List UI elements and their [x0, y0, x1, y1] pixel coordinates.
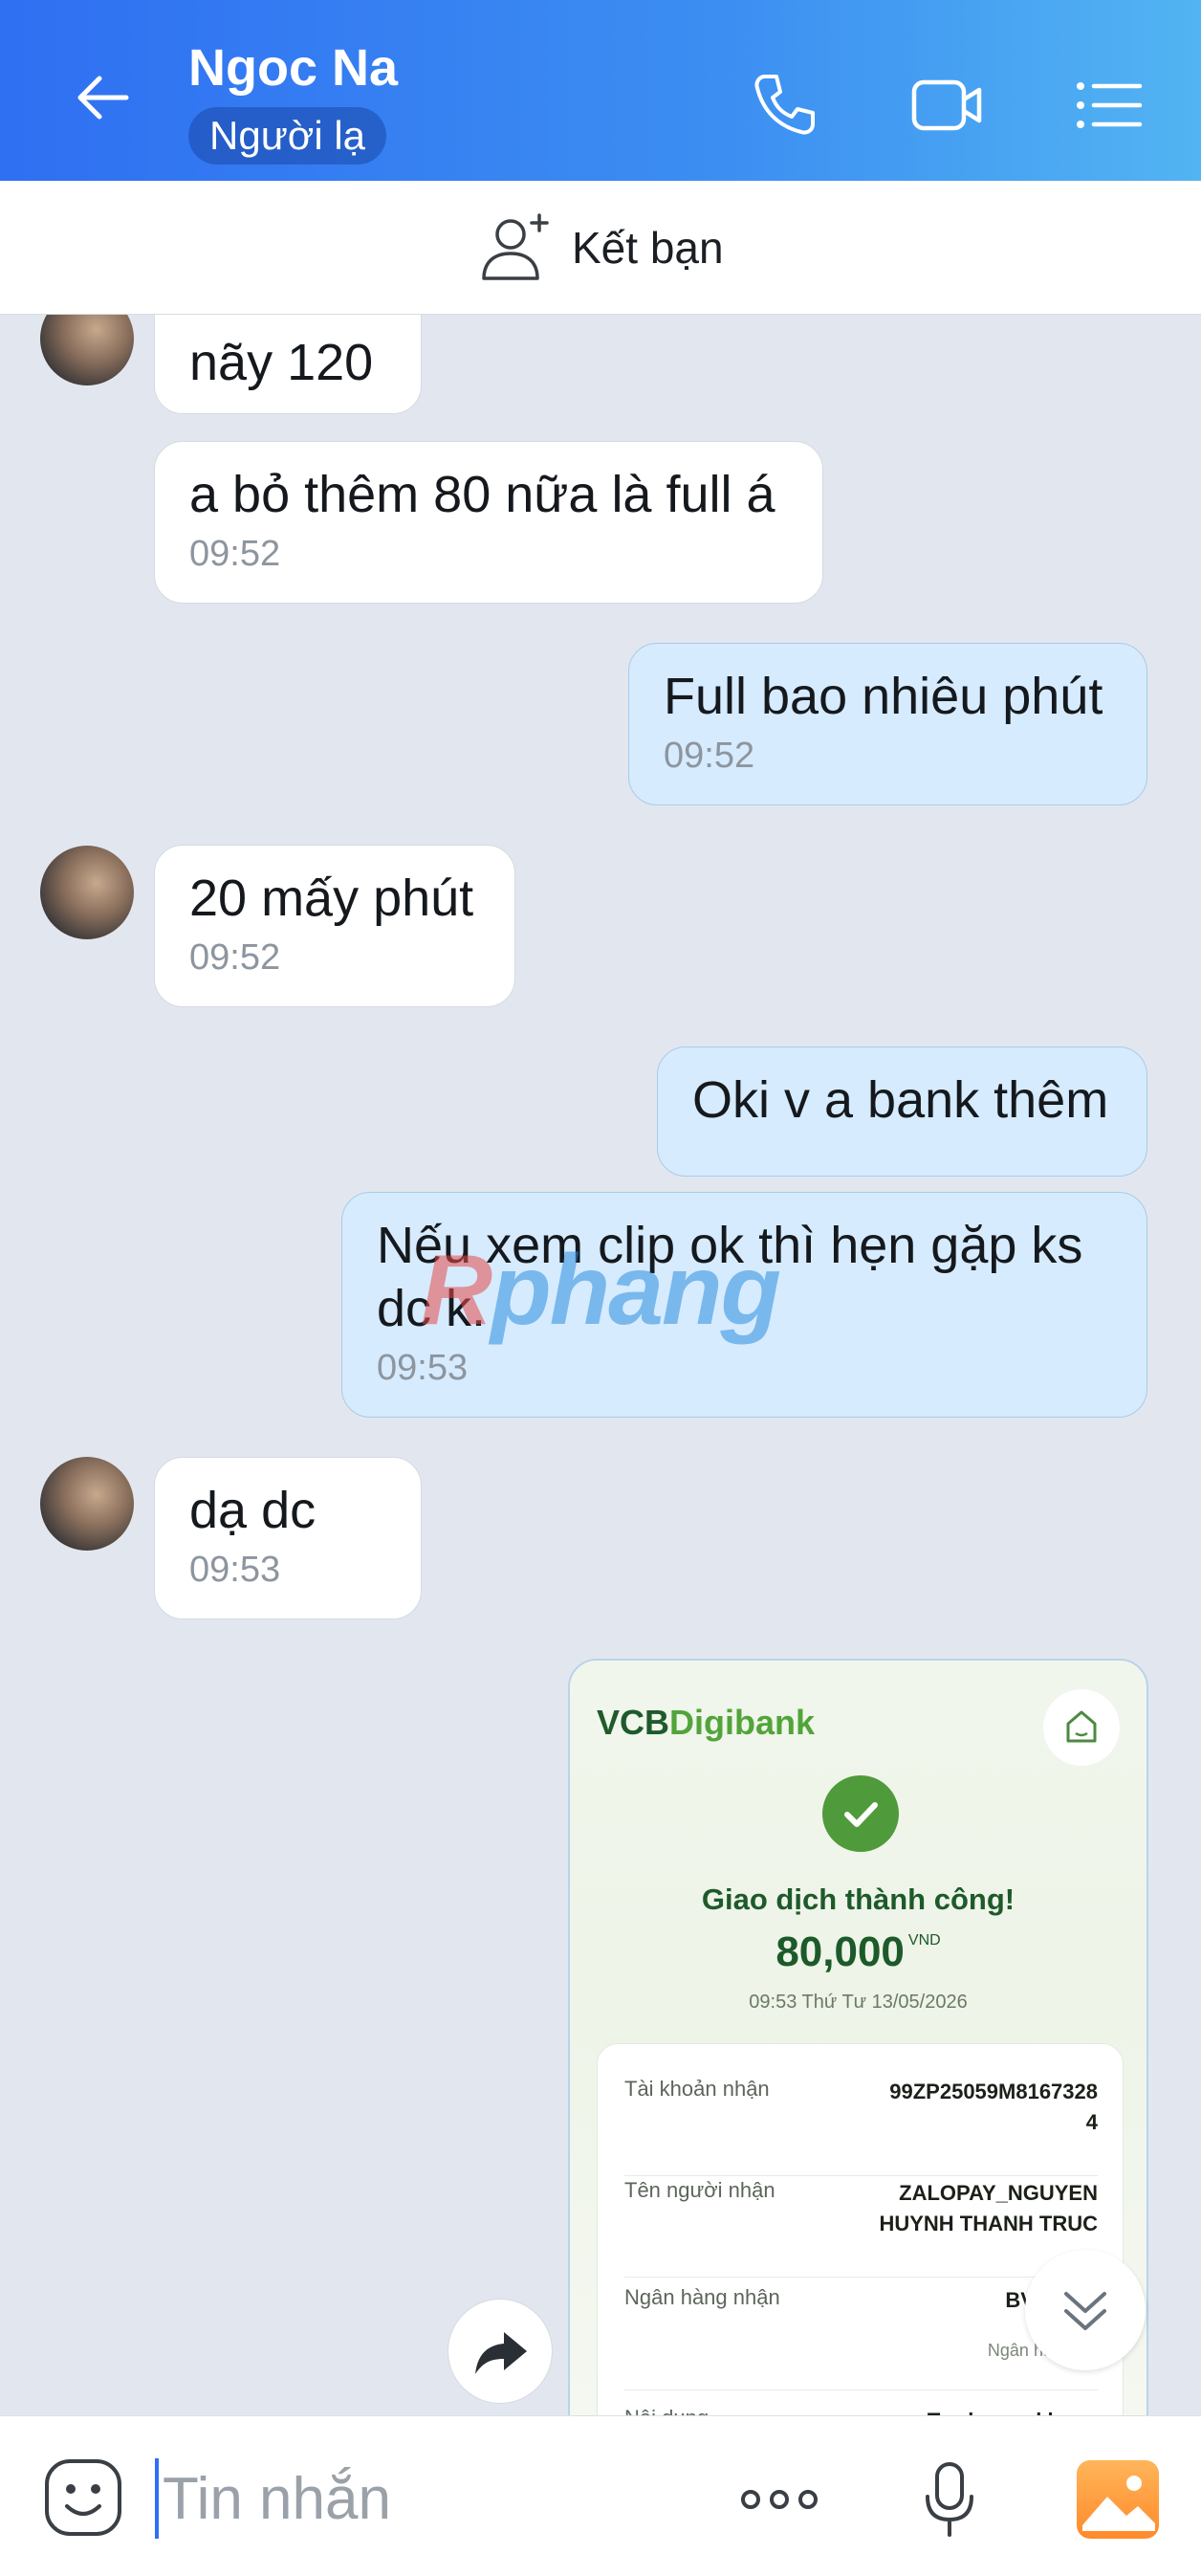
- forward-arrow-icon: [475, 2332, 527, 2374]
- detail-value: 99ZP25059M8167328 4: [889, 2080, 1098, 2134]
- detail-value: ZALOPAY_NGUYEN HUYNH THANH TRUC: [879, 2181, 1098, 2235]
- message-time: 09:53: [189, 1550, 281, 1590]
- menu-list-icon[interactable]: [1071, 67, 1147, 143]
- message-text: nãy 120: [189, 334, 374, 391]
- detail-label: Tài khoản nhận: [624, 2077, 770, 2101]
- stranger-badge: Người lạ: [188, 107, 387, 165]
- chat-header: Ngoc Na Người lạ: [0, 0, 1201, 181]
- add-friend-icon: [482, 213, 549, 280]
- message-text: 20 mấy phút: [189, 870, 474, 927]
- scroll-to-bottom-button[interactable]: [1025, 2250, 1146, 2370]
- bank-logo-b: Digibank: [669, 1703, 816, 1742]
- contact-avatar[interactable]: [40, 1457, 134, 1551]
- contact-name[interactable]: Ngoc Na: [188, 38, 398, 98]
- double-chevron-down-icon: [1064, 2292, 1106, 2330]
- emoji-icon[interactable]: [42, 2456, 124, 2539]
- watermark-logo: Rphang: [421, 1234, 781, 1348]
- video-call-icon[interactable]: [908, 67, 985, 143]
- message-time: 09:52: [189, 937, 281, 978]
- amount-value: 80,000: [775, 1928, 905, 1975]
- gallery-image-icon[interactable]: [1075, 2458, 1161, 2541]
- amount-currency: VND: [907, 1932, 941, 1949]
- contact-avatar[interactable]: [40, 846, 134, 939]
- detail-label: Ngân hàng nhận: [624, 2285, 780, 2309]
- detail-row: Tài khoản nhận 99ZP25059M8167328 4: [624, 2077, 1098, 2176]
- contact-avatar[interactable]: [40, 315, 134, 385]
- home-icon: [1043, 1689, 1120, 1766]
- transaction-status: Giao dịch thành công!: [701, 1882, 1015, 1916]
- message-input[interactable]: [155, 2458, 690, 2539]
- message-text: Oki v a bank thêm: [692, 1071, 1109, 1129]
- back-arrow-icon[interactable]: [67, 59, 143, 136]
- message-bubble-out[interactable]: Full bao nhiêu phút 09:52: [628, 643, 1147, 805]
- message-time: 09:52: [189, 534, 281, 574]
- success-check-icon: [822, 1775, 899, 1852]
- bank-logo: VCBDigibank: [597, 1703, 815, 1743]
- message-bubble-in[interactable]: dạ dc 09:53: [154, 1457, 422, 1619]
- add-friend-button[interactable]: Kết bạn: [476, 209, 724, 286]
- forward-button[interactable]: [448, 2299, 553, 2404]
- message-time: 09:53: [377, 1348, 469, 1388]
- detail-label: Tên người nhận: [624, 2178, 775, 2202]
- message-time: 09:52: [664, 736, 755, 776]
- watermark-text: phang: [491, 1235, 781, 1346]
- message-text: Full bao nhiêu phút: [664, 668, 1103, 725]
- message-bubble-in[interactable]: nãy 120: [154, 315, 422, 414]
- add-friend-label: Kết bạn: [572, 223, 724, 273]
- transaction-amount: 80,000 VND: [570, 1928, 1146, 1976]
- watermark-letter: R: [421, 1235, 492, 1346]
- message-text: dạ dc: [189, 1482, 317, 1539]
- message-bubble-in[interactable]: 20 mấy phút 09:52: [154, 845, 515, 1007]
- add-friend-bar: Kết bạn: [0, 181, 1201, 315]
- message-bubble-out[interactable]: Oki v a bank thêm: [657, 1046, 1147, 1177]
- transaction-details: Tài khoản nhận 99ZP25059M8167328 4 Tên n…: [597, 2043, 1124, 2451]
- message-text: a bỏ thêm 80 nữa là full á: [189, 466, 775, 523]
- message-bubble-in[interactable]: a bỏ thêm 80 nữa là full á 09:52: [154, 441, 823, 604]
- microphone-icon[interactable]: [906, 2458, 993, 2541]
- transaction-datetime: 09:53 Thứ Tư 13/05/2026: [749, 1992, 968, 2013]
- phone-call-icon[interactable]: [746, 67, 822, 143]
- message-composer: [0, 2415, 1201, 2576]
- bank-logo-a: VCB: [597, 1703, 670, 1742]
- more-options-icon[interactable]: [736, 2458, 822, 2541]
